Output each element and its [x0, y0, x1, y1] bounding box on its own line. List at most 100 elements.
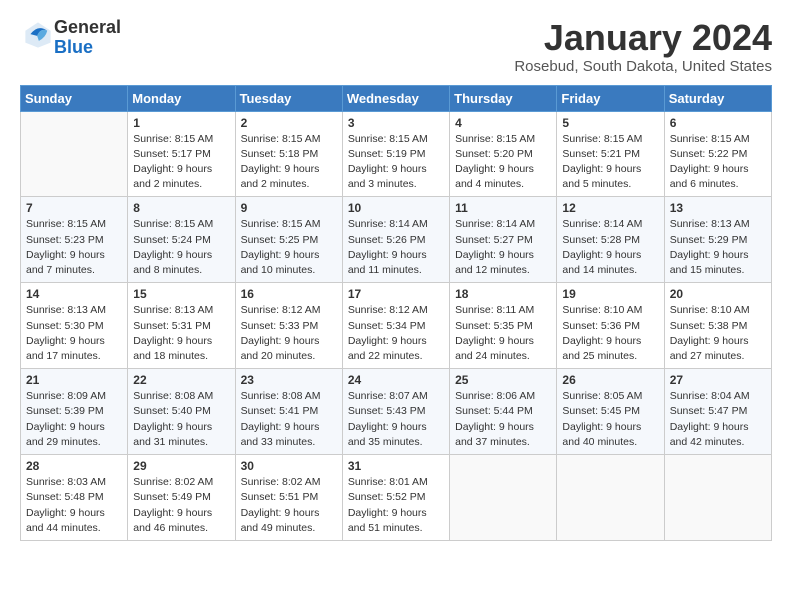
day-number: 2 [241, 116, 337, 130]
day-number: 25 [455, 373, 551, 387]
day-info: Sunrise: 8:10 AMSunset: 5:38 PMDaylight:… [670, 303, 766, 364]
calendar-cell [21, 111, 128, 197]
day-number: 29 [133, 459, 229, 473]
calendar-cell: 23Sunrise: 8:08 AMSunset: 5:41 PMDayligh… [235, 369, 342, 455]
day-number: 24 [348, 373, 444, 387]
day-info: Sunrise: 8:14 AMSunset: 5:28 PMDaylight:… [562, 217, 658, 278]
calendar-week-row: 28 Sunrise: 8:03 AMSunset: 5:48 PMDayligh… [21, 455, 772, 541]
day-info: Sunrise: 8:15 AMSunset: 5:21 PMDaylight:… [562, 132, 658, 193]
day-info: Sunrise: 8:03 AMSunset: 5:48 PMDaylight:… [26, 475, 122, 536]
day-number: 18 [455, 287, 551, 301]
calendar-cell: 11 Sunrise: 8:14 AMSunset: 5:27 PMDayligh… [450, 197, 557, 283]
day-info: Sunrise: 8:15 AMSunset: 5:25 PMDaylight:… [241, 217, 337, 278]
day-number: 11 [455, 201, 551, 215]
calendar-cell: 19 Sunrise: 8:10 AMSunset: 5:36 PMDayligh… [557, 283, 664, 369]
day-info: Sunrise: 8:12 AMSunset: 5:34 PMDaylight:… [348, 303, 444, 364]
day-number: 13 [670, 201, 766, 215]
day-info: Sunrise: 8:13 AMSunset: 5:29 PMDaylight:… [670, 217, 766, 278]
calendar-week-row: 14 Sunrise: 8:13 AMSunset: 5:30 PMDayligh… [21, 283, 772, 369]
day-info: Sunrise: 8:13 AMSunset: 5:30 PMDaylight:… [26, 303, 122, 364]
day-info: Sunrise: 8:15 AMSunset: 5:19 PMDaylight:… [348, 132, 444, 193]
day-info: Sunrise: 8:02 AMSunset: 5:49 PMDaylight:… [133, 475, 229, 536]
calendar-cell: 14 Sunrise: 8:13 AMSunset: 5:30 PMDayligh… [21, 283, 128, 369]
day-number: 28 [26, 459, 122, 473]
calendar-title: January 2024 [514, 18, 772, 58]
calendar-cell [450, 455, 557, 541]
calendar-cell: 13 Sunrise: 8:13 AMSunset: 5:29 PMDayligh… [664, 197, 771, 283]
weekday-header-wednesday: Wednesday [342, 85, 449, 111]
calendar-cell: 27Sunrise: 8:04 AMSunset: 5:47 PMDayligh… [664, 369, 771, 455]
day-info: Sunrise: 8:05 AMSunset: 5:45 PMDaylight:… [562, 389, 658, 450]
day-info: Sunrise: 8:14 AMSunset: 5:27 PMDaylight:… [455, 217, 551, 278]
logo: GeneralBlue [20, 18, 121, 58]
calendar-cell: 29 Sunrise: 8:02 AMSunset: 5:49 PMDayligh… [128, 455, 235, 541]
weekday-header-row: SundayMondayTuesdayWednesdayThursdayFrid… [21, 85, 772, 111]
day-number: 5 [562, 116, 658, 130]
calendar-week-row: 1 Sunrise: 8:15 AMSunset: 5:17 PMDaylight… [21, 111, 772, 197]
calendar-cell: 9 Sunrise: 8:15 AMSunset: 5:25 PMDaylight… [235, 197, 342, 283]
day-info: Sunrise: 8:15 AMSunset: 5:24 PMDaylight:… [133, 217, 229, 278]
calendar-cell: 31 Sunrise: 8:01 AMSunset: 5:52 PMDayligh… [342, 455, 449, 541]
calendar-table: SundayMondayTuesdayWednesdayThursdayFrid… [20, 85, 772, 541]
day-number: 19 [562, 287, 658, 301]
calendar-cell: 30Sunrise: 8:02 AMSunset: 5:51 PMDayligh… [235, 455, 342, 541]
day-number: 31 [348, 459, 444, 473]
calendar-cell [557, 455, 664, 541]
calendar-cell: 25Sunrise: 8:06 AMSunset: 5:44 PMDayligh… [450, 369, 557, 455]
calendar-cell: 8 Sunrise: 8:15 AMSunset: 5:24 PMDaylight… [128, 197, 235, 283]
day-number: 10 [348, 201, 444, 215]
calendar-cell: 26 Sunrise: 8:05 AMSunset: 5:45 PMDayligh… [557, 369, 664, 455]
day-number: 8 [133, 201, 229, 215]
day-number: 6 [670, 116, 766, 130]
day-info: Sunrise: 8:09 AMSunset: 5:39 PMDaylight:… [26, 389, 122, 450]
day-number: 15 [133, 287, 229, 301]
calendar-cell: 5 Sunrise: 8:15 AMSunset: 5:21 PMDaylight… [557, 111, 664, 197]
day-number: 3 [348, 116, 444, 130]
calendar-cell: 10 Sunrise: 8:14 AMSunset: 5:26 PMDayligh… [342, 197, 449, 283]
day-info: Sunrise: 8:07 AMSunset: 5:43 PMDaylight:… [348, 389, 444, 450]
logo-icon [22, 19, 54, 51]
weekday-header-thursday: Thursday [450, 85, 557, 111]
calendar-cell: 28 Sunrise: 8:03 AMSunset: 5:48 PMDayligh… [21, 455, 128, 541]
day-number: 14 [26, 287, 122, 301]
day-info: Sunrise: 8:01 AMSunset: 5:52 PMDaylight:… [348, 475, 444, 536]
calendar-cell: 15 Sunrise: 8:13 AMSunset: 5:31 PMDayligh… [128, 283, 235, 369]
weekday-header-tuesday: Tuesday [235, 85, 342, 111]
calendar-week-row: 7Sunrise: 8:15 AMSunset: 5:23 PMDaylight… [21, 197, 772, 283]
day-number: 26 [562, 373, 658, 387]
day-number: 23 [241, 373, 337, 387]
day-info: Sunrise: 8:15 AMSunset: 5:18 PMDaylight:… [241, 132, 337, 193]
day-info: Sunrise: 8:08 AMSunset: 5:40 PMDaylight:… [133, 389, 229, 450]
calendar-cell: 20 Sunrise: 8:10 AMSunset: 5:38 PMDayligh… [664, 283, 771, 369]
day-number: 20 [670, 287, 766, 301]
day-number: 4 [455, 116, 551, 130]
calendar-subtitle: Rosebud, South Dakota, United States [514, 58, 772, 75]
day-number: 9 [241, 201, 337, 215]
calendar-cell: 24 Sunrise: 8:07 AMSunset: 5:43 PMDayligh… [342, 369, 449, 455]
day-number: 22 [133, 373, 229, 387]
day-number: 1 [133, 116, 229, 130]
calendar-cell: 12 Sunrise: 8:14 AMSunset: 5:28 PMDayligh… [557, 197, 664, 283]
day-number: 16 [241, 287, 337, 301]
calendar-cell [664, 455, 771, 541]
calendar-cell: 1 Sunrise: 8:15 AMSunset: 5:17 PMDaylight… [128, 111, 235, 197]
calendar-cell: 3 Sunrise: 8:15 AMSunset: 5:19 PMDaylight… [342, 111, 449, 197]
calendar-week-row: 21Sunrise: 8:09 AMSunset: 5:39 PMDayligh… [21, 369, 772, 455]
calendar-cell: 17 Sunrise: 8:12 AMSunset: 5:34 PMDayligh… [342, 283, 449, 369]
logo-text: GeneralBlue [54, 18, 121, 58]
weekday-header-friday: Friday [557, 85, 664, 111]
day-info: Sunrise: 8:15 AMSunset: 5:17 PMDaylight:… [133, 132, 229, 193]
weekday-header-monday: Monday [128, 85, 235, 111]
day-number: 7 [26, 201, 122, 215]
day-info: Sunrise: 8:10 AMSunset: 5:36 PMDaylight:… [562, 303, 658, 364]
day-info: Sunrise: 8:04 AMSunset: 5:47 PMDaylight:… [670, 389, 766, 450]
day-info: Sunrise: 8:15 AMSunset: 5:20 PMDaylight:… [455, 132, 551, 193]
day-info: Sunrise: 8:02 AMSunset: 5:51 PMDaylight:… [241, 475, 337, 536]
calendar-page: GeneralBlue January 2024 Rosebud, South … [0, 0, 792, 612]
day-info: Sunrise: 8:14 AMSunset: 5:26 PMDaylight:… [348, 217, 444, 278]
day-number: 17 [348, 287, 444, 301]
day-info: Sunrise: 8:11 AMSunset: 5:35 PMDaylight:… [455, 303, 551, 364]
day-info: Sunrise: 8:13 AMSunset: 5:31 PMDaylight:… [133, 303, 229, 364]
day-number: 12 [562, 201, 658, 215]
weekday-header-sunday: Sunday [21, 85, 128, 111]
